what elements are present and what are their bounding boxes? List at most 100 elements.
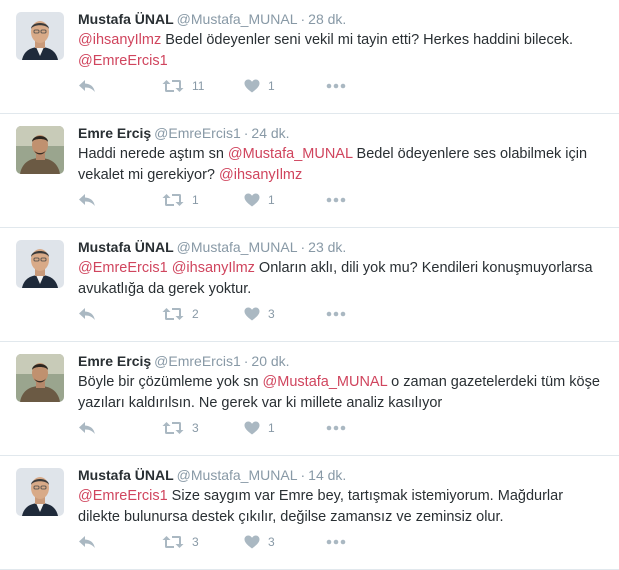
retweet-count: 11 (192, 79, 205, 93)
mention-link[interactable]: @ihsanyIlmz (219, 167, 302, 183)
retweet-count: 3 (192, 421, 199, 435)
avatar-emre[interactable] (16, 126, 64, 174)
like-button[interactable]: 3 (244, 304, 326, 324)
tweet-timeline: Mustafa ÜNAL @Mustafa_MUNAL · 28 dk. @ihsan… (0, 0, 619, 570)
retweet-count: 1 (192, 193, 199, 207)
tweet-actions: 3 1 (78, 418, 356, 438)
reply-button[interactable] (78, 190, 162, 210)
like-button[interactable]: 1 (244, 76, 326, 96)
retweet-button[interactable]: 1 (162, 190, 244, 210)
avatar-mustafa[interactable] (16, 468, 64, 516)
tweet-text: @EmreErcis1 @ihsanyIlmz Onların aklı, di… (78, 258, 603, 300)
heart-icon (244, 193, 260, 207)
like-count: 1 (268, 421, 275, 435)
reply-icon (78, 79, 96, 93)
more-icon (326, 83, 346, 89)
tweet-header: Emre Erciş @EmreErcis1 · 24 dk. (78, 124, 607, 142)
tweet-text-segment: Böyle bir çözümleme yok sn (78, 374, 263, 390)
reply-icon (78, 307, 96, 321)
more-button[interactable] (326, 418, 356, 438)
tweet-timestamp[interactable]: 14 dk. (308, 467, 346, 483)
avatar-mustafa[interactable] (16, 12, 64, 60)
mention-link[interactable]: @EmreErcis1 (78, 488, 168, 504)
mention-link[interactable]: @Mustafa_MUNAL (228, 146, 353, 162)
retweet-count: 3 (192, 535, 199, 549)
reply-icon (78, 193, 96, 207)
more-button[interactable] (326, 76, 356, 96)
author-fullname[interactable]: Mustafa ÜNAL (78, 467, 174, 483)
reply-button[interactable] (78, 532, 162, 552)
author-fullname[interactable]: Mustafa ÜNAL (78, 11, 174, 27)
author-fullname[interactable]: Mustafa ÜNAL (78, 239, 174, 255)
more-button[interactable] (326, 532, 356, 552)
heart-icon (244, 79, 260, 93)
tweet-header: Emre Erciş @EmreErcis1 · 20 dk. (78, 352, 607, 370)
mention-link[interactable]: @ihsanyIlmz (78, 32, 161, 48)
reply-button[interactable] (78, 304, 162, 324)
mention-link[interactable]: @EmreErcis1 (78, 53, 168, 69)
like-count: 3 (268, 535, 275, 549)
tweet-text-segment: Haddi nerede aştım sn (78, 146, 228, 162)
like-button[interactable]: 3 (244, 532, 326, 552)
separator-dot: · (300, 11, 306, 27)
author-username[interactable]: @EmreErcis1 (154, 125, 241, 141)
tweet-text: @ihsanyIlmz Bedel ödeyenler seni vekil m… (78, 30, 603, 72)
like-button[interactable]: 1 (244, 418, 326, 438)
author-username[interactable]: @Mustafa_MUNAL (177, 11, 298, 27)
mention-link[interactable]: @ihsanyIlmz (172, 260, 255, 276)
author-username[interactable]: @Mustafa_MUNAL (177, 239, 298, 255)
like-count: 1 (268, 193, 275, 207)
avatar-mustafa[interactable] (16, 240, 64, 288)
more-button[interactable] (326, 190, 356, 210)
tweet-timestamp[interactable]: 20 dk. (251, 353, 289, 369)
tweet[interactable]: Mustafa ÜNAL @Mustafa_MUNAL · 23 dk. @EmreE… (0, 228, 619, 342)
like-count: 3 (268, 307, 275, 321)
tweet-timestamp[interactable]: 24 dk. (251, 125, 289, 141)
reply-icon (78, 421, 96, 435)
retweet-button[interactable]: 11 (162, 76, 244, 96)
tweet-header: Mustafa ÜNAL @Mustafa_MUNAL · 14 dk. (78, 466, 607, 484)
more-icon (326, 425, 346, 431)
heart-icon (244, 535, 260, 549)
retweet-icon (162, 79, 184, 93)
separator-dot: · (300, 467, 306, 483)
heart-icon (244, 307, 260, 321)
tweet[interactable]: Emre Erciş @EmreErcis1 · 20 dk. Böyle bir ç… (0, 342, 619, 456)
retweet-icon (162, 193, 184, 207)
heart-icon (244, 421, 260, 435)
separator-dot: · (300, 239, 306, 255)
retweet-count: 2 (192, 307, 199, 321)
author-fullname[interactable]: Emre Erciş (78, 353, 151, 369)
avatar-emre[interactable] (16, 354, 64, 402)
tweet-text-segment: Bedel ödeyenler seni vekil mi tayin etti… (161, 32, 574, 48)
tweet-actions: 1 1 (78, 190, 356, 210)
tweet[interactable]: Mustafa ÜNAL @Mustafa_MUNAL · 14 dk. @EmreE… (0, 456, 619, 570)
like-count: 1 (268, 79, 275, 93)
retweet-button[interactable]: 3 (162, 532, 244, 552)
reply-icon (78, 535, 96, 549)
reply-button[interactable] (78, 76, 162, 96)
retweet-icon (162, 535, 184, 549)
more-button[interactable] (326, 304, 356, 324)
author-username[interactable]: @Mustafa_MUNAL (177, 467, 298, 483)
like-button[interactable]: 1 (244, 190, 326, 210)
more-icon (326, 311, 346, 317)
retweet-button[interactable]: 2 (162, 304, 244, 324)
mention-link[interactable]: @Mustafa_MUNAL (263, 374, 388, 390)
retweet-icon (162, 307, 184, 321)
tweet-actions: 3 3 (78, 532, 356, 552)
more-icon (326, 197, 346, 203)
tweet[interactable]: Emre Erciş @EmreErcis1 · 24 dk. Haddi nered… (0, 114, 619, 228)
tweet-timestamp[interactable]: 23 dk. (308, 239, 346, 255)
mention-link[interactable]: @EmreErcis1 (78, 260, 168, 276)
author-fullname[interactable]: Emre Erciş (78, 125, 151, 141)
retweet-button[interactable]: 3 (162, 418, 244, 438)
tweet-header: Mustafa ÜNAL @Mustafa_MUNAL · 23 dk. (78, 238, 607, 256)
tweet-text: Böyle bir çözümleme yok sn @Mustafa_MUNA… (78, 372, 603, 414)
separator-dot: · (243, 353, 249, 369)
author-username[interactable]: @EmreErcis1 (154, 353, 241, 369)
reply-button[interactable] (78, 418, 162, 438)
tweet[interactable]: Mustafa ÜNAL @Mustafa_MUNAL · 28 dk. @ihsan… (0, 0, 619, 114)
tweet-timestamp[interactable]: 28 dk. (308, 11, 346, 27)
more-icon (326, 539, 346, 545)
